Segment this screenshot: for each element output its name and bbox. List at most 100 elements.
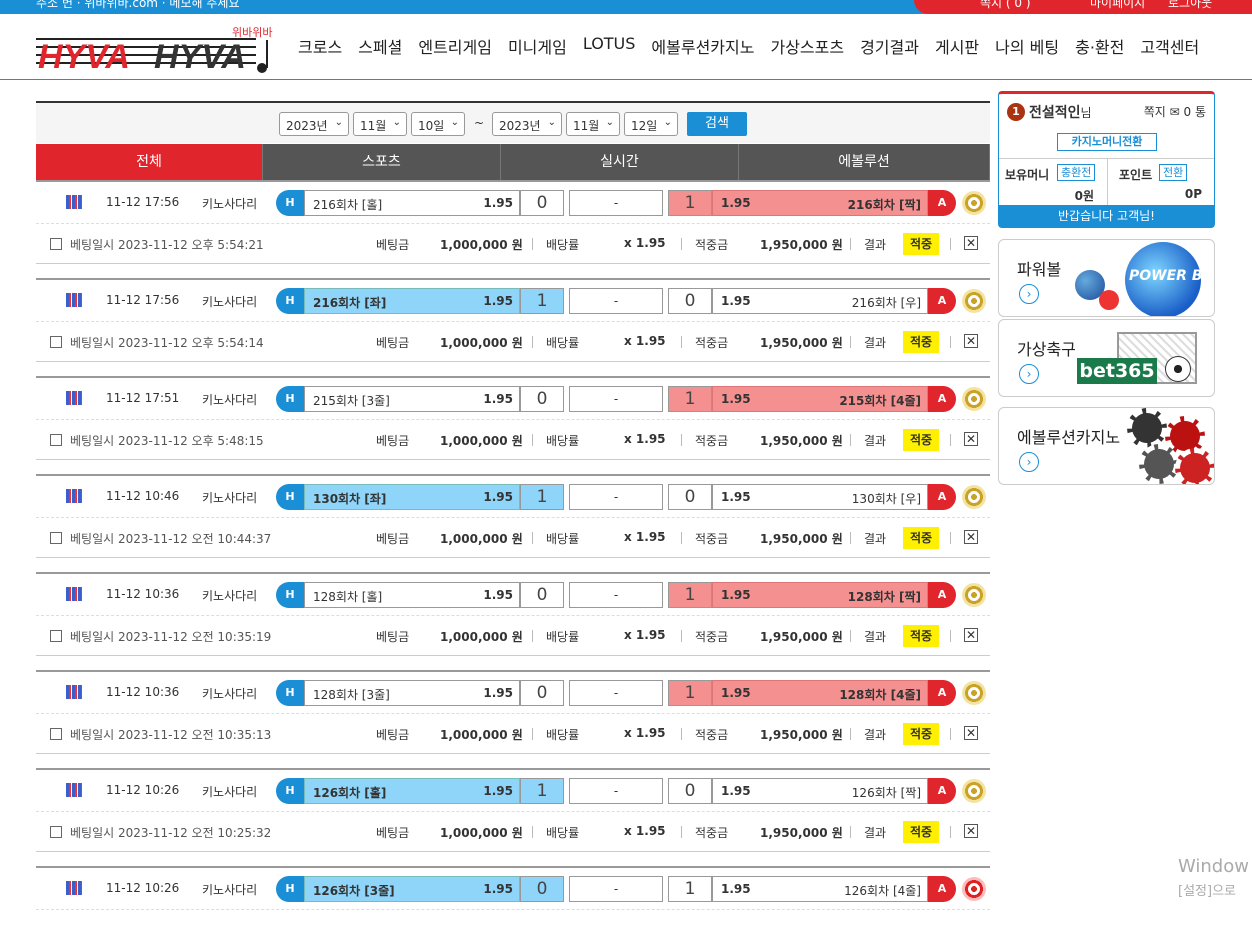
nav-support[interactable]: 고객센터 bbox=[1140, 34, 1199, 58]
win-amount-label: 적중금 bbox=[695, 532, 729, 546]
nav-mybet[interactable]: 나의 베팅 bbox=[995, 34, 1059, 58]
nav-virtual[interactable]: 가상스포츠 bbox=[770, 34, 844, 58]
home-odds: 1.95 bbox=[483, 196, 513, 210]
delete-icon[interactable]: ✕ bbox=[964, 334, 978, 348]
divider bbox=[850, 630, 851, 642]
chevron-right-icon[interactable]: › bbox=[1019, 284, 1039, 304]
divider bbox=[1107, 158, 1108, 206]
home-score: 0 bbox=[520, 680, 564, 706]
home-score: 0 bbox=[520, 582, 564, 608]
divider bbox=[850, 532, 851, 544]
away-score: 1 bbox=[668, 876, 712, 902]
divider bbox=[532, 238, 533, 250]
logout-link[interactable]: 로그아웃 bbox=[1168, 0, 1212, 11]
delete-icon[interactable]: ✕ bbox=[964, 236, 978, 250]
to-year-select[interactable]: 2023년 ⌄ bbox=[492, 112, 562, 136]
divider bbox=[950, 434, 951, 446]
nav-special[interactable]: 스페셜 bbox=[358, 34, 402, 58]
chevron-right-icon[interactable]: › bbox=[1019, 452, 1039, 472]
category-tabs: 전체 스포츠 실시간 에볼루션 bbox=[36, 144, 990, 180]
away-score: 0 bbox=[668, 484, 712, 510]
result-badge: 적중 bbox=[903, 625, 939, 647]
delete-icon[interactable]: ✕ bbox=[964, 824, 978, 838]
nav-results[interactable]: 경기결과 bbox=[860, 34, 919, 58]
nav-cross[interactable]: 크로스 bbox=[298, 34, 342, 58]
ladder-game-icon bbox=[66, 685, 82, 699]
divider bbox=[681, 630, 682, 642]
nav-evolution[interactable]: 에볼루션카지노 bbox=[651, 34, 754, 58]
chevron-right-icon[interactable]: › bbox=[1019, 364, 1039, 384]
point-convert-button[interactable]: 전환 bbox=[1159, 164, 1188, 181]
delete-icon[interactable]: ✕ bbox=[964, 628, 978, 642]
ladder-game-icon bbox=[66, 783, 82, 797]
mypage-link[interactable]: 마이페이지 bbox=[1090, 0, 1145, 11]
select-checkbox[interactable] bbox=[50, 826, 62, 838]
select-checkbox[interactable] bbox=[50, 238, 62, 250]
deposit-button[interactable]: 충환전 bbox=[1057, 164, 1096, 181]
away-name: 128회차 [4줄] bbox=[839, 688, 921, 702]
divider bbox=[532, 434, 533, 446]
nav-minigame[interactable]: 미니게임 bbox=[508, 34, 567, 58]
tab-all[interactable]: 전체 bbox=[36, 144, 263, 180]
chevron-down-icon: ⌄ bbox=[605, 117, 614, 128]
nav-lotus[interactable]: LOTUS bbox=[583, 34, 636, 58]
home-option: 126회차 [홀] 1.95 bbox=[304, 778, 520, 804]
home-odds: 1.95 bbox=[483, 490, 513, 504]
odds-value: x 1.95 bbox=[624, 628, 666, 642]
divider bbox=[681, 336, 682, 348]
tab-sports[interactable]: 스포츠 bbox=[263, 144, 501, 180]
home-option: 128회차 [홀] 1.95 bbox=[304, 582, 520, 608]
win-amount-label: 적중금 bbox=[695, 336, 729, 350]
divider bbox=[850, 336, 851, 348]
select-checkbox[interactable] bbox=[50, 336, 62, 348]
promo-title: 에볼루션카지노 bbox=[1017, 428, 1121, 447]
select-checkbox[interactable] bbox=[50, 434, 62, 446]
result-badge: 적중 bbox=[903, 429, 939, 451]
site-logo[interactable]: HYVA HYVA 위바위바 bbox=[36, 20, 281, 76]
league-name: 키노사다리 bbox=[202, 295, 258, 309]
home-odds: 1.95 bbox=[483, 686, 513, 700]
level-badge: 1 bbox=[1007, 103, 1025, 121]
divider bbox=[681, 728, 682, 740]
hit-target-icon bbox=[962, 583, 986, 607]
from-day-select[interactable]: 10일 ⌄ bbox=[411, 112, 465, 136]
odds-value: x 1.95 bbox=[624, 824, 666, 838]
tab-evolution[interactable]: 에볼루션 bbox=[739, 144, 990, 180]
casino-money-button[interactable]: 카지노머니전환 bbox=[1057, 133, 1157, 151]
bet-item: 11-12 10:46 키노사다리 H 130회차 [좌] 1.95 1 - 0… bbox=[36, 474, 990, 560]
nav-entry[interactable]: 엔트리게임 bbox=[418, 34, 492, 58]
promo-evolution-casino[interactable]: 에볼루션카지노 › bbox=[998, 407, 1215, 485]
promo-powerball[interactable]: 파워볼 › POWER BALL bbox=[998, 239, 1215, 317]
delete-icon[interactable]: ✕ bbox=[964, 726, 978, 740]
select-checkbox[interactable] bbox=[50, 532, 62, 544]
divider bbox=[532, 336, 533, 348]
search-button[interactable]: 검색 bbox=[687, 112, 747, 136]
odds-label: 배당률 bbox=[546, 238, 580, 252]
bet-item: 11-12 10:26 키노사다리 H 126회차 [홀] 1.95 1 - 0… bbox=[36, 768, 990, 854]
to-day-select[interactable]: 12일 ⌄ bbox=[624, 112, 678, 136]
select-checkbox[interactable] bbox=[50, 728, 62, 740]
message-link[interactable]: 쪽지 ( 0 ) bbox=[980, 0, 1031, 11]
win-amount: 1,950,000 원 bbox=[760, 630, 843, 644]
from-month-select[interactable]: 11월 ⌄ bbox=[353, 112, 407, 136]
game-time: 11-12 10:46 bbox=[106, 489, 180, 503]
result-badge: 적중 bbox=[903, 527, 939, 549]
away-option: 1.95 128회차 [짝] bbox=[712, 582, 928, 608]
away-badge: A bbox=[928, 190, 956, 216]
divider bbox=[950, 532, 951, 544]
draw-cell: - bbox=[569, 582, 663, 608]
away-odds: 1.95 bbox=[721, 196, 751, 210]
divider bbox=[950, 336, 951, 348]
to-month-select[interactable]: 11월 ⌄ bbox=[566, 112, 620, 136]
tab-live[interactable]: 실시간 bbox=[501, 144, 739, 180]
message-count[interactable]: 쪽지 ✉ 0 통 bbox=[1144, 103, 1206, 120]
from-year-select[interactable]: 2023년 ⌄ bbox=[279, 112, 349, 136]
league-name: 키노사다리 bbox=[202, 491, 258, 505]
delete-icon[interactable]: ✕ bbox=[964, 530, 978, 544]
user-panel: 1 전설적인님 쪽지 ✉ 0 통 카지노머니전환 보유머니 충환전 0원 포인트… bbox=[998, 91, 1215, 228]
nav-deposit[interactable]: 충·환전 bbox=[1075, 34, 1124, 58]
select-checkbox[interactable] bbox=[50, 630, 62, 642]
promo-virtual-soccer[interactable]: 가상축구 › bet365 bbox=[998, 319, 1215, 397]
delete-icon[interactable]: ✕ bbox=[964, 432, 978, 446]
nav-board[interactable]: 게시판 bbox=[935, 34, 979, 58]
